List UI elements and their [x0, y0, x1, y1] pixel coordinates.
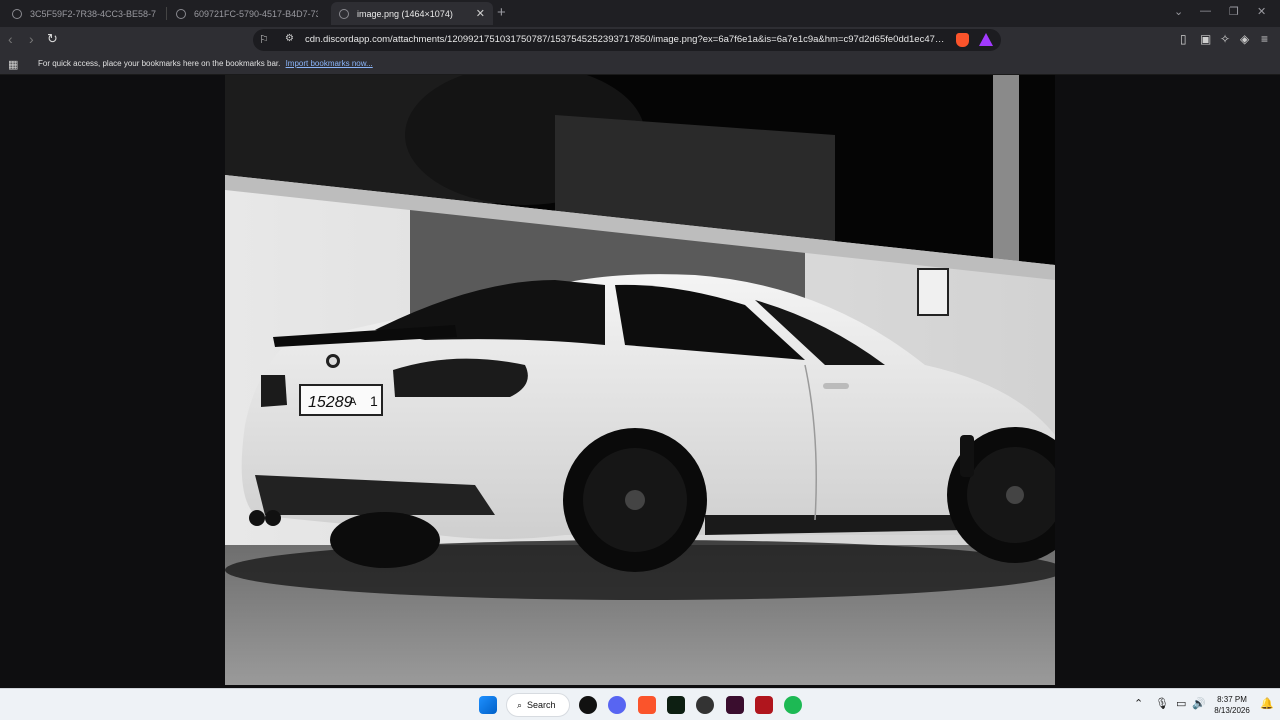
discord-icon[interactable]: [608, 696, 626, 714]
reload-icon[interactable]: ↻: [47, 31, 58, 47]
back-icon[interactable]: ‹: [8, 31, 13, 47]
apps-grid-icon[interactable]: ▦: [8, 58, 18, 71]
app-red-icon[interactable]: [755, 696, 773, 714]
network-icon[interactable]: ▭: [1176, 697, 1186, 710]
tab-strip: 3C5F59F2-7R38-4CC3-BE58-740E11... 609721…: [0, 0, 1280, 27]
clock-date: 8/13/2026: [1214, 706, 1250, 715]
url-text[interactable]: cdn.discordapp.com/attachments/120992175…: [305, 34, 945, 45]
tab-2[interactable]: 609721FC-5790-4517-B4D7-73F4A8...: [168, 2, 326, 25]
spotify-icon[interactable]: [784, 696, 802, 714]
forward-icon[interactable]: ›: [29, 31, 34, 47]
microphone-icon[interactable]: 🎙: [1155, 697, 1169, 710]
system-clock[interactable]: 8:37 PM 8/13/2026: [1205, 694, 1259, 716]
tab-search-icon[interactable]: ⌄: [1174, 5, 1183, 18]
address-bar[interactable]: ⚐ ⚙ cdn.discordapp.com/attachments/12099…: [253, 29, 1001, 51]
brave-rewards-icon[interactable]: [979, 33, 993, 46]
brave-icon[interactable]: [638, 696, 656, 714]
tab-title: 3C5F59F2-7R38-4CC3-BE58-740E11...: [30, 8, 156, 19]
bookmarks-bar: ▦ For quick access, place your bookmarks…: [0, 53, 1280, 75]
close-tab-icon[interactable]: ✕: [476, 7, 485, 20]
notifications-icon[interactable]: 🔔: [1260, 697, 1274, 710]
brave-shields-icon[interactable]: [956, 33, 969, 47]
new-tab-button[interactable]: +: [497, 4, 506, 21]
car-photo[interactable]: 15289 A 1: [225, 75, 1055, 685]
site-info-icon[interactable]: ⚙: [285, 33, 294, 44]
clock-time: 8:37 PM: [1217, 695, 1247, 704]
menu-icon[interactable]: ≡: [1261, 32, 1268, 46]
tab-1[interactable]: 3C5F59F2-7R38-4CC3-BE58-740E11...: [4, 2, 164, 25]
sidebar-icon[interactable]: ▯: [1180, 32, 1187, 46]
tab-active[interactable]: image.png (1464×1074) ✕: [331, 2, 493, 25]
tab-divider: [166, 7, 167, 20]
plate-region: 1: [370, 393, 378, 409]
chatgpt-icon[interactable]: [579, 696, 597, 714]
bookmarks-message: For quick access, place your bookmarks h…: [38, 59, 373, 68]
wallet-icon[interactable]: ▣: [1200, 32, 1211, 46]
tab-title: image.png (1464×1074): [357, 8, 453, 19]
bmw-photo-illustration: 15289 A 1: [225, 75, 1055, 685]
plate-letter: A: [349, 396, 357, 408]
browser-toolbar: ‹ › ↻ ⚐ ⚙ cdn.discordapp.com/attachments…: [0, 27, 1280, 53]
windows-start-icon[interactable]: [479, 696, 497, 714]
vpn-icon[interactable]: ◈: [1240, 32, 1249, 46]
plate-number: 15289: [308, 394, 353, 411]
taskbar-search[interactable]: ⌕ Search: [506, 693, 570, 717]
minimize-icon[interactable]: —: [1200, 5, 1211, 17]
close-window-icon[interactable]: ✕: [1257, 5, 1266, 18]
globe-icon: [339, 8, 349, 19]
maximize-icon[interactable]: ❐: [1229, 5, 1239, 18]
app-purple-icon[interactable]: [726, 696, 744, 714]
import-bookmarks-link[interactable]: Import bookmarks now...: [286, 59, 373, 68]
bookmark-icon[interactable]: ⚐: [259, 33, 269, 46]
image-viewer: 15289 A 1: [0, 75, 1280, 687]
windows-taskbar: ⌕ Search ⌃ 🎙 ▭ 🔊 8:37 PM 8/13/2026 🔔: [0, 688, 1280, 720]
tab-title: 609721FC-5790-4517-B4D7-73F4A8...: [194, 8, 318, 19]
leo-ai-icon[interactable]: ✧: [1220, 32, 1230, 46]
globe-icon: [12, 8, 22, 19]
show-hidden-icons[interactable]: ⌃: [1134, 697, 1143, 710]
app-a-icon[interactable]: [667, 696, 685, 714]
search-label: Search: [527, 700, 556, 710]
volume-icon[interactable]: 🔊: [1192, 697, 1206, 710]
search-icon: ⌕: [517, 699, 523, 710]
app-dark-icon[interactable]: [696, 696, 714, 714]
globe-icon: [176, 8, 186, 19]
